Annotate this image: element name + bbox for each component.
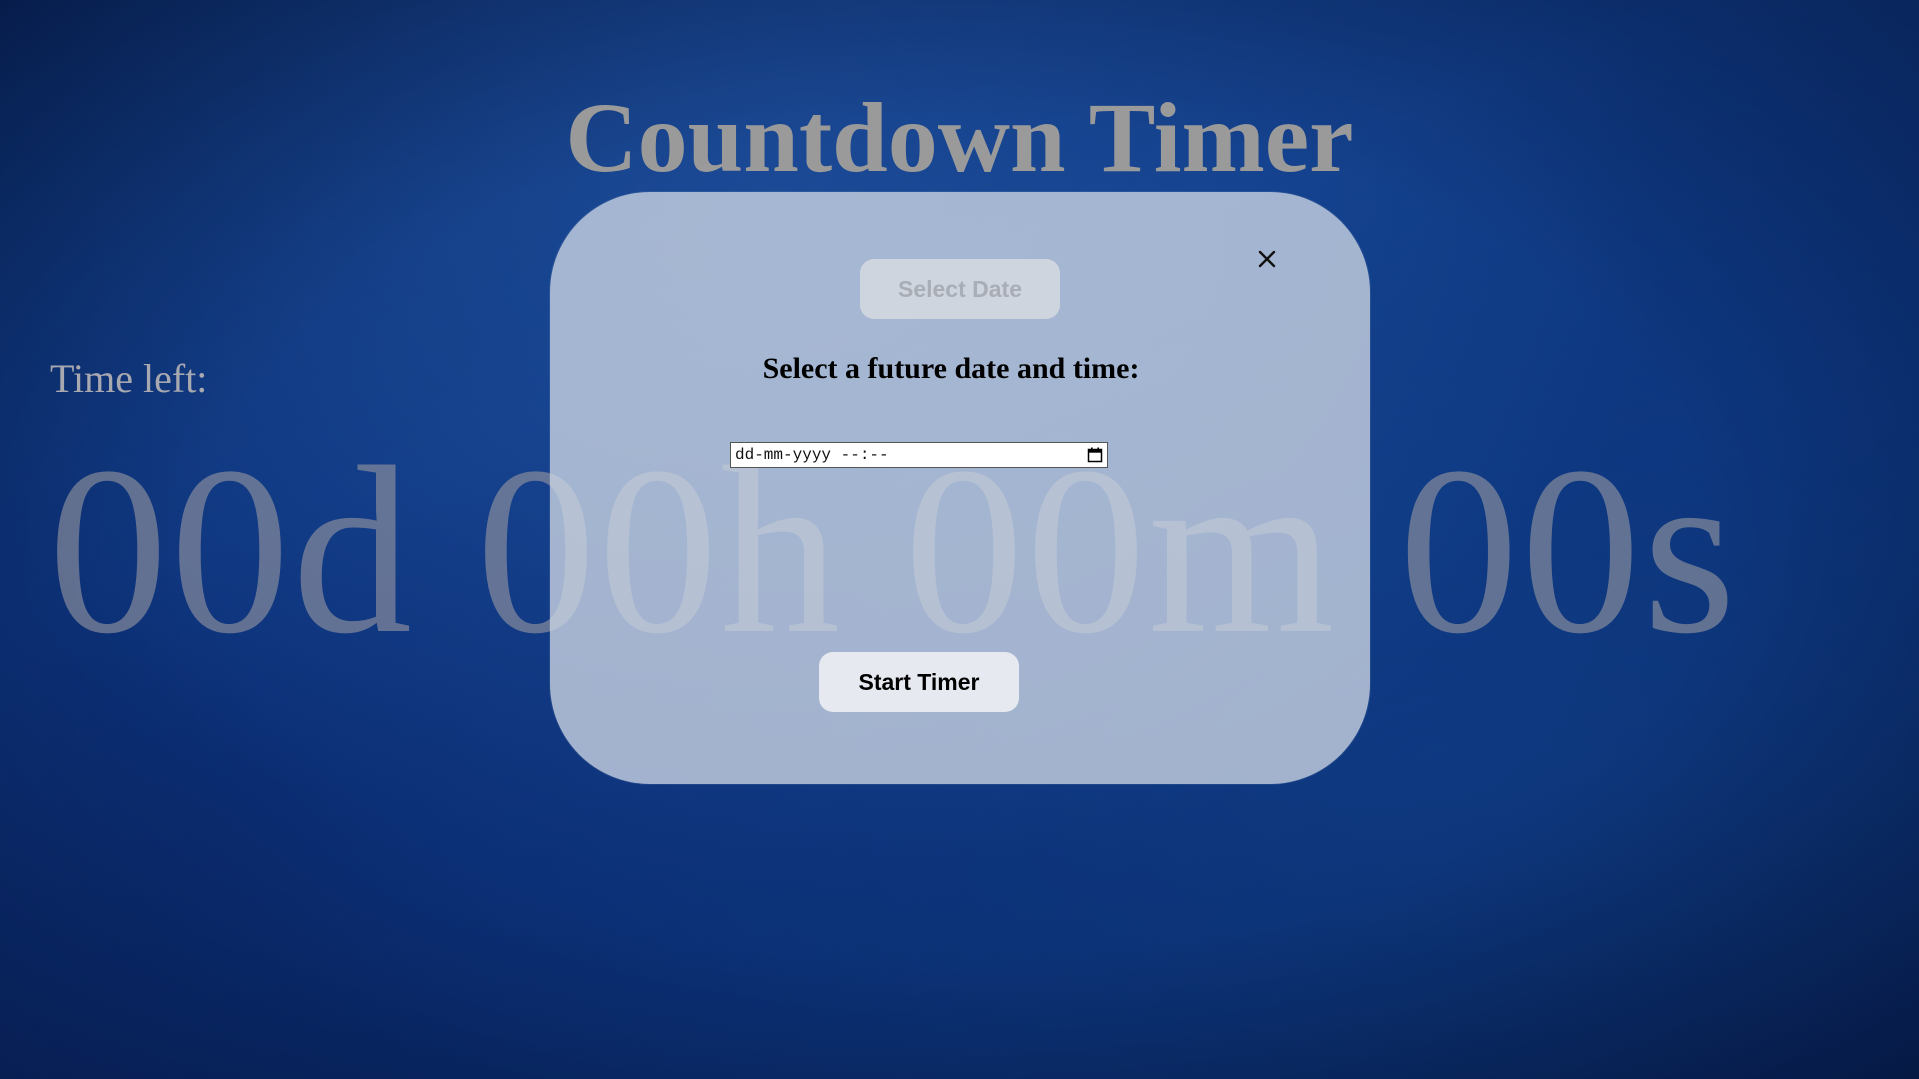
calendar-icon[interactable] xyxy=(1087,447,1103,463)
time-left-label: Time left: xyxy=(50,356,208,401)
datetime-input[interactable]: dd-mm-yyyy --:-- xyxy=(730,442,1108,468)
start-timer-button[interactable]: Start Timer xyxy=(819,652,1019,712)
datetime-input-placeholder: dd-mm-yyyy --:-- xyxy=(735,446,889,464)
page-title: Countdown Timer xyxy=(565,82,1354,193)
select-date-button[interactable]: Select Date xyxy=(860,259,1060,319)
close-icon[interactable] xyxy=(1250,242,1284,276)
date-picker-modal: Select Date Select a future date and tim… xyxy=(550,192,1370,784)
date-prompt: Select a future date and time: xyxy=(762,352,1140,385)
